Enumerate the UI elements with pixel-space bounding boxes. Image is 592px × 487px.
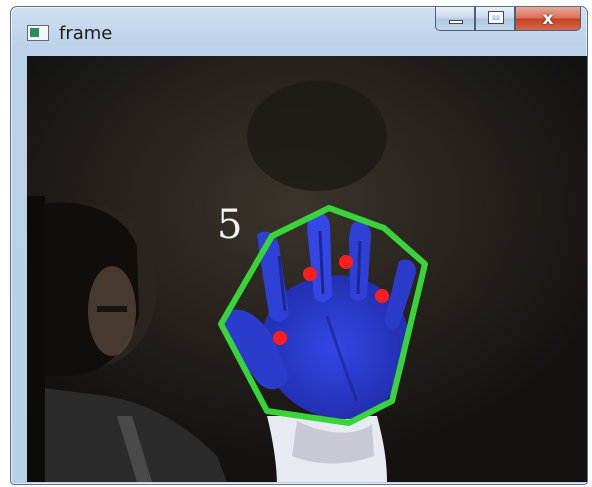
app-window: frame x 5 bbox=[10, 6, 588, 485]
maximize-button[interactable] bbox=[475, 7, 515, 31]
minimize-button[interactable] bbox=[435, 7, 475, 31]
minimize-icon bbox=[449, 20, 463, 24]
finger-count-label: 5 bbox=[217, 202, 243, 248]
maximize-icon bbox=[488, 11, 504, 24]
window-title: frame bbox=[59, 23, 113, 44]
defect-point bbox=[339, 255, 353, 269]
defect-point bbox=[375, 289, 389, 303]
defect-point bbox=[303, 267, 317, 281]
camera-frame: 5 bbox=[27, 56, 587, 482]
close-button[interactable]: x bbox=[515, 7, 581, 31]
close-icon: x bbox=[542, 8, 554, 29]
window-controls: x bbox=[435, 7, 581, 33]
defect-point bbox=[273, 331, 287, 345]
app-icon[interactable] bbox=[27, 25, 49, 41]
frame-image bbox=[27, 56, 587, 482]
wrist-sleeve bbox=[267, 416, 387, 482]
